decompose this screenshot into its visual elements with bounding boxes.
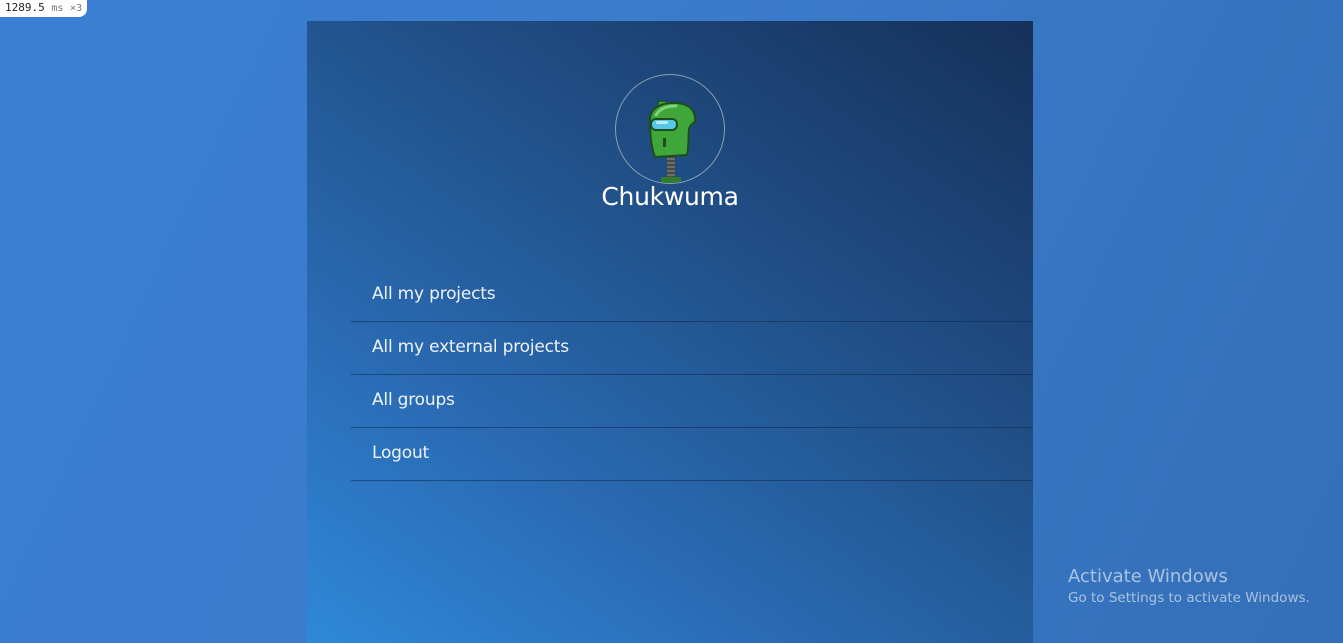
menu-item-logout[interactable]: Logout	[351, 428, 1033, 481]
menu-item-all-my-projects[interactable]: All my projects	[351, 269, 1033, 322]
profile-avatar[interactable]	[615, 74, 725, 184]
side-menu-panel: Chukwuma All my projects All my external…	[307, 21, 1033, 643]
profile-username: Chukwuma	[601, 182, 739, 211]
timer-unit: ms	[51, 3, 64, 14]
navigation-menu: All my projects All my external projects…	[351, 269, 1033, 481]
performance-timer-badge: 1289.5 ms ×3	[0, 0, 88, 17]
watermark-subtitle: Go to Settings to activate Windows.	[1068, 590, 1310, 606]
green-robot-avatar-icon	[648, 100, 697, 183]
watermark-title: Activate Windows	[1068, 566, 1228, 587]
windows-activation-watermark: Activate Windows Go to Settings to activ…	[1068, 566, 1310, 608]
timer-value: 1289.5	[5, 1, 45, 14]
menu-item-all-groups[interactable]: All groups	[351, 375, 1033, 428]
menu-item-all-my-external-projects[interactable]: All my external projects	[351, 322, 1033, 375]
timer-multiplier: ×3	[70, 3, 83, 14]
